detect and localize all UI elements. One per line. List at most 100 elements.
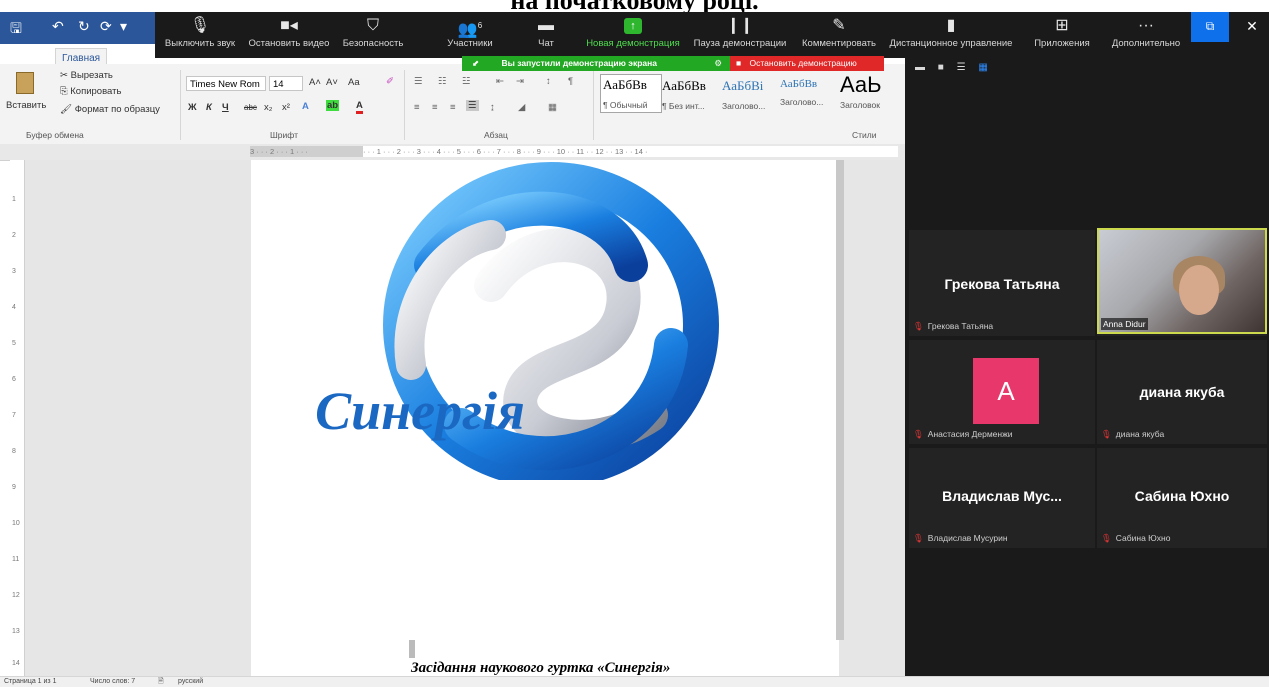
strikethrough-button[interactable]: abc xyxy=(244,103,257,112)
align-right-button[interactable]: ≡ xyxy=(450,102,456,113)
tab-insert[interactable]: Вставка xyxy=(118,52,155,63)
screen-share-banner: ⬋ Вы запустили демонстрацию экрана ⚙ xyxy=(462,56,730,71)
tab-file[interactable]: Файл xyxy=(8,52,33,63)
paste-button[interactable]: Вставить xyxy=(6,70,46,126)
copy-button[interactable]: ⎘ Копировать xyxy=(60,86,121,97)
minimize-icon[interactable]: ▬ xyxy=(915,62,930,73)
participant-name: Владислав Мус... xyxy=(942,488,1062,504)
font-group-label: Шрифт xyxy=(270,130,298,140)
participants-button[interactable]: 👥6 Участники xyxy=(431,12,509,58)
borders-button[interactable]: ▦ xyxy=(548,102,557,113)
participant-tile[interactable]: Сабина Юхно 🎙 Сабина Юхно xyxy=(1097,448,1267,548)
ruler-marks: · · · 1 · · · 2 · · · 3 · · · 4 · · · 5 … xyxy=(363,146,898,157)
participant-name: Сабина Юхно xyxy=(1134,488,1230,504)
participants-icon: 👥 xyxy=(457,21,478,39)
font-name-select[interactable]: Times New Rom xyxy=(186,76,266,91)
apps-button[interactable]: ⊞ Приложения xyxy=(1031,12,1093,58)
pin-icon: ⬋ xyxy=(472,58,480,68)
vertical-ruler[interactable]: 1 2 3 4 5 6 7 8 9 10 11 12 13 14 xyxy=(10,160,25,676)
document-scrollbar[interactable] xyxy=(836,160,844,640)
participants-panel: ▬ ■ ☰ ▦ Грекова Татьяна 🎙 Грекова Татьяна… xyxy=(905,58,1269,676)
horizontal-ruler[interactable]: 3 · · · 2 · · · 1 · · · · · · 1 · · · 2 … xyxy=(0,144,905,161)
close-window-button[interactable]: ✕ xyxy=(1237,12,1267,42)
apps-icon: ⊞ xyxy=(1055,17,1069,34)
scissors-icon: ✂ xyxy=(60,70,71,81)
new-share-button[interactable]: ↑ Новая демонстрация xyxy=(577,12,689,58)
superscript-button[interactable]: x² xyxy=(282,102,290,113)
redo-icon[interactable]: ↻ xyxy=(78,18,90,35)
avatar: A xyxy=(973,358,1039,424)
participant-video-tile[interactable]: Anna Didur xyxy=(1097,228,1267,336)
numbering-button[interactable]: ☷ xyxy=(438,76,447,87)
speaker-view-icon[interactable]: ■ xyxy=(938,62,949,73)
paragraph-group-label: Абзац xyxy=(484,130,508,140)
style-heading2[interactable]: АаБбВв Заголово... xyxy=(780,78,836,107)
align-center-button[interactable]: ≡ xyxy=(432,102,438,113)
mute-button[interactable]: 🎙 Выключить звук xyxy=(157,12,243,58)
multilevel-list-button[interactable]: ☳ xyxy=(462,76,471,87)
shrink-font-button[interactable]: A˅ xyxy=(326,77,338,88)
undo-icon[interactable]: ↶ xyxy=(52,18,64,35)
strip-view-icon[interactable]: ☰ xyxy=(957,62,971,73)
bold-button[interactable]: Ж xyxy=(188,102,197,113)
bullets-button[interactable]: ☰ xyxy=(414,76,423,87)
style-heading1[interactable]: АаБбВі Заголово... xyxy=(722,78,778,111)
group-divider xyxy=(180,70,181,140)
style-no-spacing[interactable]: АаБбВв ¶ Без инт... xyxy=(662,78,720,111)
share-settings-icon[interactable]: ⚙ xyxy=(714,56,722,71)
restore-icon: ⧉ xyxy=(1205,19,1215,33)
text-effects-button[interactable]: A xyxy=(302,101,309,112)
align-left-button[interactable]: ≡ xyxy=(414,102,420,113)
shield-icon: ⛉ xyxy=(366,17,379,34)
caption-text: на початковому році. xyxy=(0,0,1269,12)
shading-button[interactable]: ◢ xyxy=(518,102,525,113)
annotate-button[interactable]: ✎ Комментировать xyxy=(795,12,883,58)
remote-control-button[interactable]: ▮ Дистанционное управление xyxy=(887,12,1015,58)
security-button[interactable]: ⛉ Безопасность xyxy=(337,12,409,58)
pencil-icon: ✎ xyxy=(832,17,846,34)
save-icon[interactable]: 🖫 xyxy=(10,18,22,42)
grow-font-button[interactable]: A˄ xyxy=(309,77,321,88)
pause-share-button[interactable]: ❙❙ Пауза демонстрации xyxy=(688,12,792,58)
line-spacing-button[interactable]: ↨ xyxy=(490,102,495,113)
participant-tile[interactable]: Владислав Мус... 🎙 Владислав Мусурин xyxy=(909,448,1095,548)
participant-tile[interactable]: Грекова Татьяна 🎙 Грекова Татьяна xyxy=(909,230,1095,336)
font-color-button[interactable]: A xyxy=(356,100,363,114)
participant-tile[interactable]: диана якуба 🎙 диана якуба xyxy=(1097,340,1267,444)
highlight-button[interactable]: ab xyxy=(326,100,340,111)
stop-video-button[interactable]: ■◂ Остановить видео xyxy=(243,12,335,58)
participant-tile[interactable]: A 🎙 Анастасия Дерменжи xyxy=(909,340,1095,444)
muted-mic-icon: 🎙 xyxy=(1101,429,1112,439)
underline-button[interactable]: Ч xyxy=(222,102,229,113)
restore-window-button[interactable]: ⧉ xyxy=(1191,12,1229,42)
decrease-indent-button[interactable]: ⇤ xyxy=(496,76,504,87)
show-marks-button[interactable]: ¶ xyxy=(568,76,573,87)
view-switcher[interactable]: ▬ ■ ☰ ▦ xyxy=(915,62,993,73)
clear-format-icon[interactable]: ✐ xyxy=(386,76,394,87)
style-title[interactable]: АаЬ Заголовок xyxy=(840,72,900,110)
zoom-toolbar: 🎙 Выключить звук ■◂ Остановить видео ⛉ Б… xyxy=(155,12,1189,58)
style-normal[interactable]: АаБбВв ¶ Обычный xyxy=(600,74,662,113)
microphone-icon: 🎙 xyxy=(189,17,211,34)
repeat-icon[interactable]: ⟳ xyxy=(100,18,112,35)
justify-button[interactable]: ☰ xyxy=(466,100,479,111)
muted-mic-icon: 🎙 xyxy=(913,321,924,331)
italic-button[interactable]: К xyxy=(206,102,212,113)
chat-button[interactable]: ▬ Чат xyxy=(525,12,567,58)
share-screen-icon: ↑ xyxy=(624,18,642,34)
increase-indent-button[interactable]: ⇥ xyxy=(516,76,524,87)
sort-button[interactable]: ↕ xyxy=(546,76,551,87)
format-painter-button[interactable]: 🖌 Формат по образцу xyxy=(60,104,160,115)
cut-button[interactable]: ✂ Вырезать xyxy=(60,70,113,81)
customize-qa-icon[interactable]: ▾ xyxy=(120,18,127,35)
change-case-button[interactable]: Aa xyxy=(348,77,360,88)
stop-share-button[interactable]: ■ Остановить демонстрацию xyxy=(730,56,884,71)
font-size-select[interactable]: 14 xyxy=(269,76,303,91)
gallery-view-icon[interactable]: ▦ xyxy=(978,62,992,73)
ruler-margin: 3 · · · 2 · · · 1 · · · xyxy=(250,146,363,157)
more-button[interactable]: ··· Дополнительно xyxy=(1107,12,1185,58)
group-divider xyxy=(593,70,594,140)
participant-name: диана якуба xyxy=(1139,384,1225,400)
ribbon-home: Вставить ✂ Вырезать ⎘ Копировать 🖌 Форма… xyxy=(0,64,905,145)
subscript-button[interactable]: x₂ xyxy=(264,102,272,113)
